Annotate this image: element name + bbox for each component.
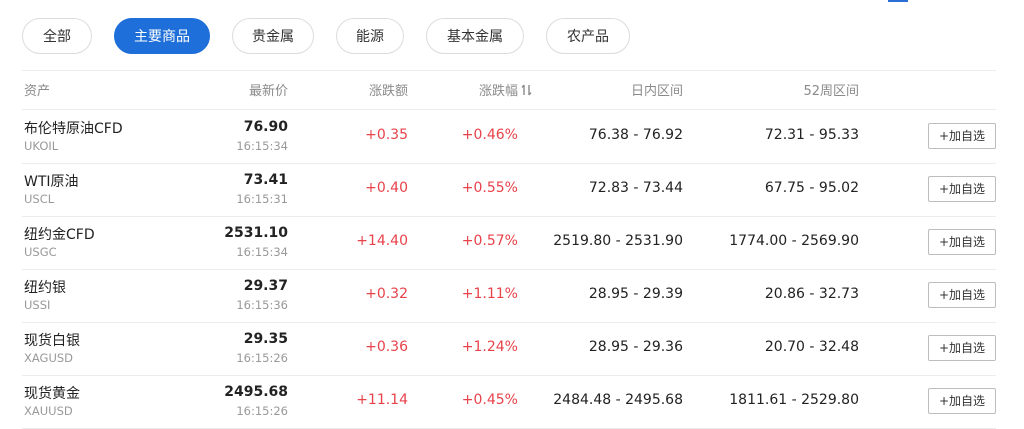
table-row[interactable]: 纽约银 USSI 29.37 16:15:36 +0.32 +1.11% 28.… — [22, 269, 996, 322]
table-row[interactable]: 现货白银 XAGUSD 29.35 16:15:26 +0.36 +1.24% … — [22, 322, 996, 375]
change-percent: +1.24% — [461, 339, 518, 355]
last-price: 2531.10 — [224, 225, 288, 241]
quote-time: 16:15:26 — [236, 351, 288, 365]
day-range: 28.95 - 29.36 — [588, 339, 683, 355]
day-range: 2484.48 - 2495.68 — [553, 392, 683, 408]
col-header-last[interactable]: 最新价 — [249, 80, 288, 99]
asset-code: XAUUSD — [24, 404, 73, 418]
add-to-watchlist-button[interactable]: +加自选 — [928, 282, 996, 308]
tab-base-metals[interactable]: 基本金属 — [426, 18, 524, 54]
change-value: +0.32 — [365, 286, 408, 302]
asset-name[interactable]: 布伦特原油CFD — [24, 118, 123, 138]
table-row[interactable]: 布伦特原油CFD UKOIL 76.90 16:15:34 +0.35 +0.4… — [22, 110, 996, 163]
change-percent: +0.57% — [461, 233, 518, 249]
last-price: 29.37 — [243, 278, 288, 294]
change-percent: +0.55% — [461, 180, 518, 196]
col-header-52week-range: 52周区间 — [803, 84, 859, 99]
day-range: 28.95 - 29.39 — [588, 286, 683, 302]
change-value: +14.40 — [356, 233, 408, 249]
col-header-change-pct[interactable]: 涨跌幅 — [479, 80, 533, 99]
last-price: 73.41 — [243, 172, 288, 188]
change-value: +0.36 — [365, 339, 408, 355]
change-percent: +0.45% — [461, 392, 518, 408]
asset-name[interactable]: 现货黄金 — [24, 383, 80, 403]
last-price: 29.35 — [243, 331, 288, 347]
col-header-day-range: 日内区间 — [630, 84, 683, 99]
col-header-asset: 资产 — [24, 84, 51, 99]
table-row[interactable]: WTI原油 USCL 73.41 16:15:31 +0.40 +0.55% 7… — [22, 163, 996, 216]
last-price: 2495.68 — [224, 384, 288, 400]
table-top-divider — [22, 70, 996, 71]
day-range: 2519.80 - 2531.90 — [553, 233, 683, 249]
52week-range: 20.70 - 32.48 — [764, 339, 859, 355]
table-row[interactable]: 现货黄金 XAUUSD 2495.68 16:15:26 +11.14 +0.4… — [22, 375, 996, 428]
table-row[interactable]: 纽约金CFD USGC 2531.10 16:15:34 +14.40 +0.5… — [22, 216, 996, 269]
sort-updown-icon[interactable] — [521, 83, 533, 97]
asset-code: XAGUSD — [24, 351, 74, 365]
change-percent: +1.11% — [461, 286, 518, 302]
add-to-watchlist-button[interactable]: +加自选 — [928, 176, 996, 202]
asset-code: USGC — [24, 245, 57, 259]
52week-range: 20.86 - 32.73 — [764, 286, 859, 302]
asset-code: USCL — [24, 192, 55, 206]
change-value: +0.40 — [365, 180, 408, 196]
asset-name[interactable]: 现货白银 — [24, 330, 80, 350]
52week-range: 72.31 - 95.33 — [764, 127, 859, 143]
quote-time: 16:15:31 — [236, 192, 288, 206]
52week-range: 1811.61 - 2529.80 — [729, 392, 859, 408]
asset-code: UKOIL — [24, 139, 59, 153]
quote-time: 16:15:34 — [236, 139, 288, 153]
quote-time: 16:15:26 — [236, 404, 288, 418]
last-price: 76.90 — [243, 119, 288, 135]
add-to-watchlist-button[interactable]: +加自选 — [928, 229, 996, 255]
asset-name[interactable]: WTI原油 — [24, 171, 79, 191]
change-value: +0.35 — [365, 127, 408, 143]
col-header-change-pct-label: 涨跌幅 — [478, 84, 518, 99]
asset-name[interactable]: 纽约金CFD — [24, 224, 95, 244]
add-to-watchlist-button[interactable]: +加自选 — [928, 123, 996, 149]
add-to-watchlist-button[interactable]: +加自选 — [928, 388, 996, 414]
asset-name[interactable]: 纽约银 — [24, 277, 66, 297]
quote-time: 16:15:34 — [236, 245, 288, 259]
quote-time: 16:15:36 — [236, 298, 288, 312]
col-header-change[interactable]: 涨跌额 — [369, 80, 408, 99]
tab-agricultural[interactable]: 农产品 — [546, 18, 630, 54]
asset-code: USSI — [24, 298, 51, 312]
52week-range: 1774.00 - 2569.90 — [729, 233, 859, 249]
tab-energy[interactable]: 能源 — [336, 18, 404, 54]
change-percent: +0.46% — [461, 127, 518, 143]
add-to-watchlist-button[interactable]: +加自选 — [928, 335, 996, 361]
day-range: 76.38 - 76.92 — [588, 127, 683, 143]
tab-all[interactable]: 全部 — [22, 18, 92, 54]
52week-range: 67.75 - 95.02 — [764, 180, 859, 196]
change-value: +11.14 — [356, 392, 408, 408]
day-range: 72.83 - 73.44 — [588, 180, 683, 196]
tab-major-commodities[interactable]: 主要商品 — [114, 18, 210, 54]
tab-precious-metals[interactable]: 贵金属 — [232, 18, 314, 54]
top-accent-mark — [888, 0, 908, 2]
